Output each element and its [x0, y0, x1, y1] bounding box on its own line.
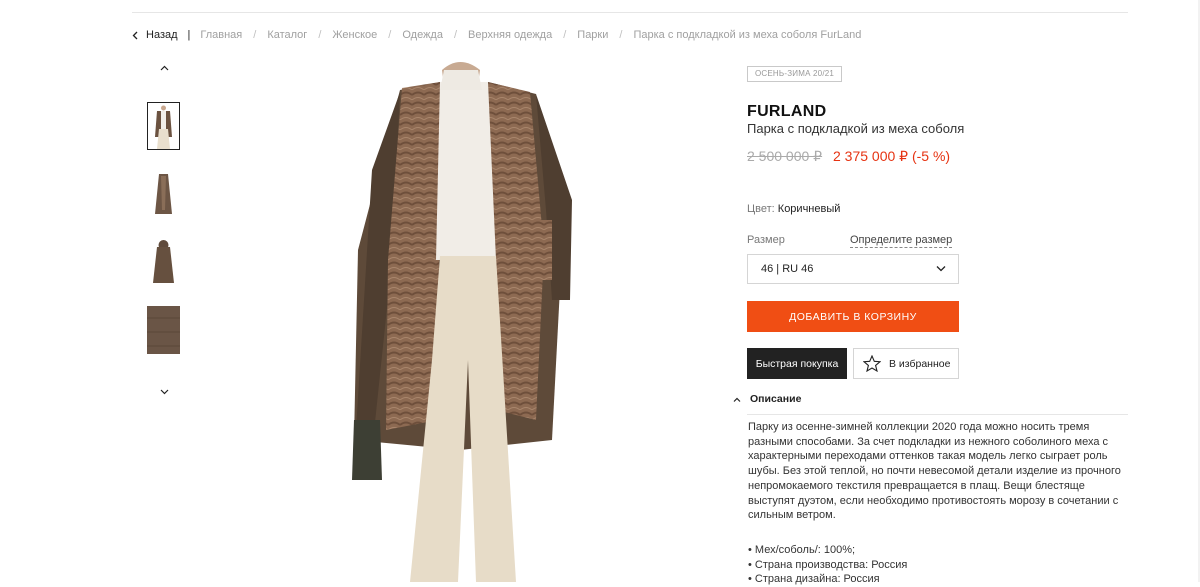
breadcrumb: Назад | Главная / Каталог / Женское / Од…	[132, 29, 861, 41]
color-label: Цвет:	[747, 203, 775, 215]
size-label: Размер	[747, 234, 785, 246]
breadcrumb-separator: /	[318, 29, 322, 41]
breadcrumb-separator: /	[453, 29, 458, 41]
thumbnail-fabric-detail[interactable]	[147, 306, 180, 354]
add-to-cart-button[interactable]: ДОБАВИТЬ В КОРЗИНУ	[747, 301, 959, 332]
thumbnail-full-coat[interactable]	[147, 170, 180, 218]
favorite-button[interactable]: В избранное	[853, 348, 959, 379]
breadcrumb-divider: |	[187, 29, 191, 41]
parka-full-thumbnail	[147, 170, 180, 218]
breadcrumb-separator: /	[388, 29, 392, 41]
brand-name[interactable]: FURLAND	[747, 103, 826, 121]
size-guide-link[interactable]: Определите размер	[850, 234, 953, 248]
breadcrumb-item-women[interactable]: Женское	[332, 29, 377, 41]
chevron-up-icon	[160, 65, 168, 71]
list-item: Страна дизайна: Россия	[748, 572, 907, 587]
breadcrumb-item-outerwear[interactable]: Верхняя одежда	[468, 29, 552, 41]
thumbnails-up-button[interactable]	[156, 62, 172, 74]
list-item: Страна производства: Россия	[748, 558, 907, 573]
parka-front-thumbnail	[148, 103, 179, 149]
header-divider	[132, 12, 1128, 13]
chevron-down-icon	[936, 266, 946, 272]
breadcrumb-item-current: Парка с подкладкой из меха соболя FurLan…	[633, 29, 862, 41]
size-select[interactable]: 46 | RU 46	[747, 254, 959, 284]
breadcrumb-item-parkas[interactable]: Парки	[577, 29, 608, 41]
breadcrumb-item-catalog[interactable]: Каталог	[267, 29, 307, 41]
spec-list: Мех/соболь/: 100%; Страна производства: …	[748, 543, 907, 587]
size-selected-value: 46 | RU 46	[761, 263, 814, 275]
old-price: 2 500 000 ₽	[747, 148, 823, 164]
thumbnail-hooded-coat[interactable]	[147, 237, 180, 285]
breadcrumb-separator: /	[253, 29, 257, 41]
parka-fabric-thumbnail	[147, 306, 180, 354]
star-icon	[863, 355, 881, 372]
quick-buy-button[interactable]: Быстрая покупка	[747, 348, 847, 379]
back-label: Назад	[146, 29, 178, 41]
thumbnails-down-button[interactable]	[156, 386, 172, 398]
product-title: Парка с подкладкой из меха соболя	[747, 121, 965, 136]
description-divider	[747, 414, 1128, 415]
parka-hood-thumbnail	[147, 237, 180, 285]
chevron-left-icon	[132, 31, 138, 39]
list-item: Мех/соболь/: 100%;	[748, 543, 907, 558]
color-value: Коричневый	[777, 203, 841, 215]
breadcrumb-item-clothing[interactable]: Одежда	[402, 29, 443, 41]
description-text: Парку из осенне-зимней коллекции 2020 го…	[748, 421, 1121, 522]
breadcrumb-separator: /	[619, 29, 623, 41]
product-main-image[interactable]	[340, 60, 580, 582]
chevron-up-icon	[733, 397, 741, 402]
favorite-label: В избранное	[889, 357, 951, 370]
season-badge: ОСЕНЬ-ЗИМА 20/21	[747, 66, 843, 82]
description-toggle[interactable]: Описание	[733, 393, 801, 405]
breadcrumb-separator: /	[563, 29, 567, 41]
sale-price: 2 375 000 ₽ (-5 %)	[832, 148, 951, 164]
color-info: Цвет: Коричневый	[747, 203, 840, 215]
chevron-down-icon	[160, 389, 168, 395]
breadcrumb-item-home[interactable]: Главная	[200, 29, 242, 41]
description-title: Описание	[750, 393, 802, 405]
thumbnail-front-view[interactable]	[147, 102, 180, 150]
back-link[interactable]: Назад	[132, 29, 178, 41]
price-block: 2 500 000 ₽ 2 375 000 ₽ (-5 %)	[747, 148, 950, 165]
